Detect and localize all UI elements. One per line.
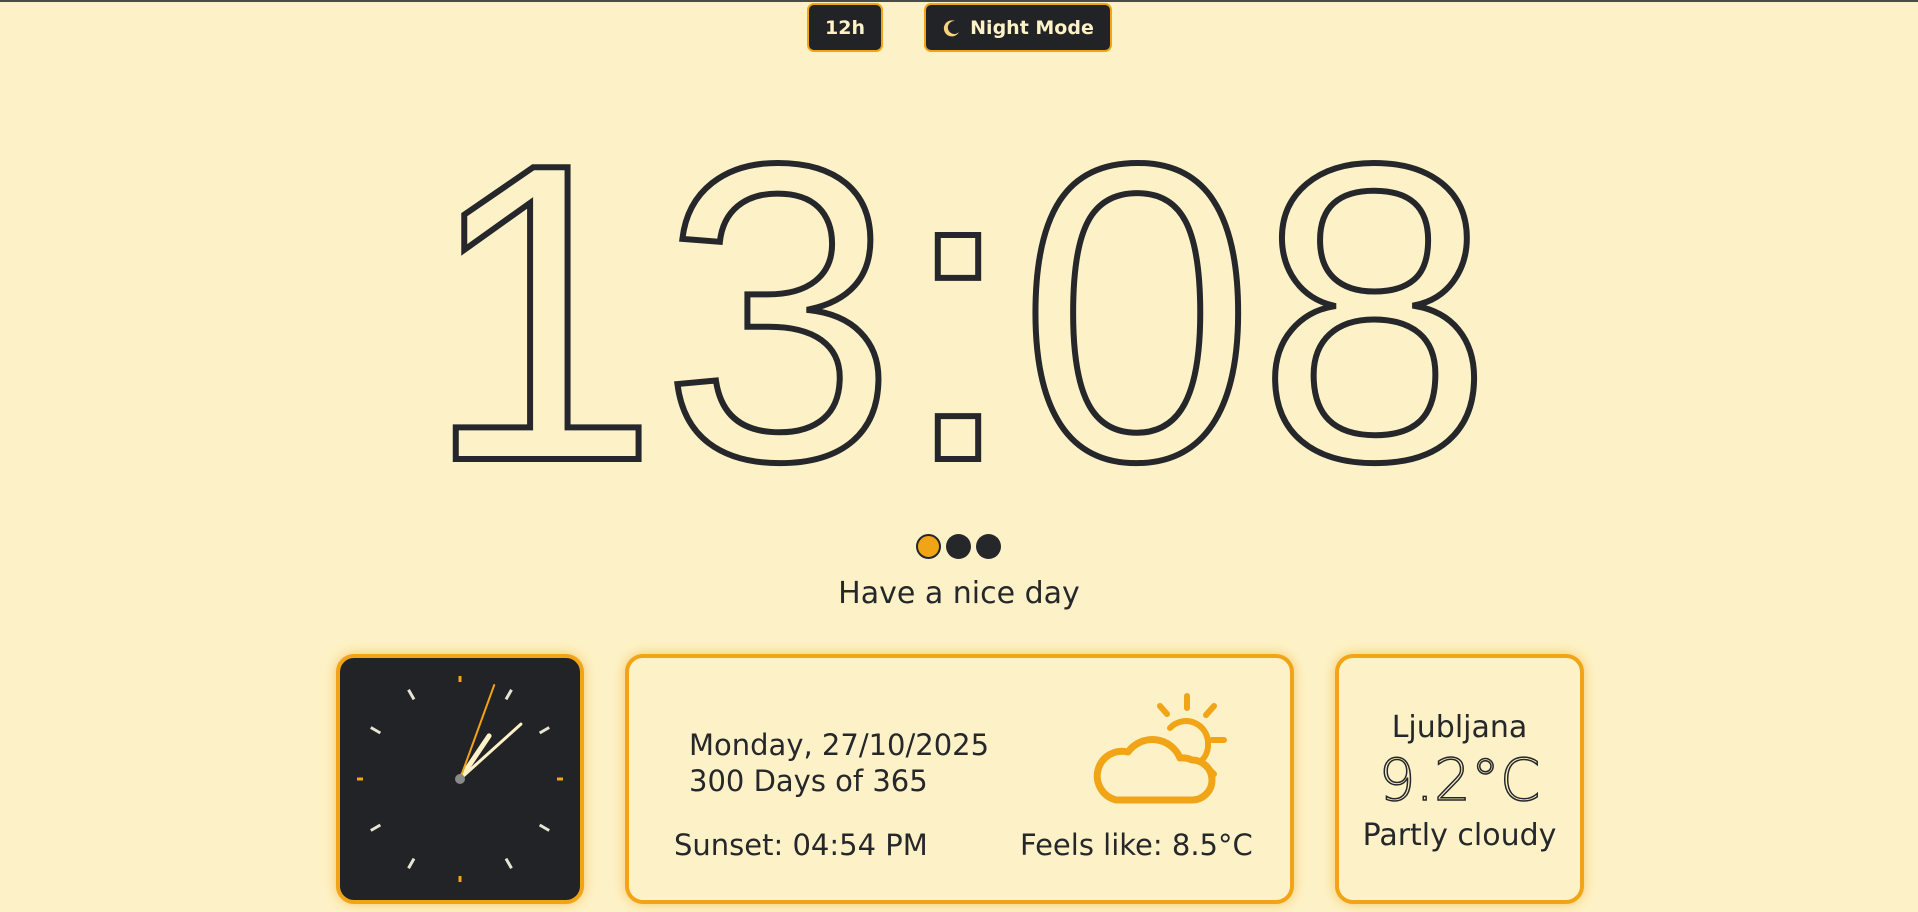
clock-tick bbox=[538, 726, 550, 735]
pager-dot[interactable] bbox=[976, 534, 1001, 559]
view-pager bbox=[916, 534, 1001, 559]
sunset-text: Sunset: 04:54 PM bbox=[674, 828, 928, 862]
day-of-year-text: 300 Days of 365 bbox=[689, 764, 928, 798]
analog-clock bbox=[357, 676, 563, 882]
night-mode-label: Night Mode bbox=[970, 16, 1094, 39]
clock-tick bbox=[504, 857, 513, 869]
clock-tick bbox=[407, 689, 416, 701]
clock-tick bbox=[538, 823, 550, 832]
clock-tick bbox=[407, 857, 416, 869]
time-format-toggle-button[interactable]: 12h bbox=[807, 3, 883, 52]
digital-clock-time: 13:08 bbox=[420, 75, 1495, 549]
analog-clock-card bbox=[336, 654, 584, 904]
clock-tick bbox=[370, 726, 382, 735]
top-border bbox=[0, 0, 1918, 2]
city-name: Ljubljana bbox=[1391, 710, 1528, 745]
clock-tick bbox=[370, 823, 382, 832]
pager-dot[interactable] bbox=[946, 534, 971, 559]
pager-dot[interactable] bbox=[916, 534, 941, 559]
date-text: Monday, 27/10/2025 bbox=[689, 728, 990, 762]
partly-cloudy-icon bbox=[1093, 693, 1227, 804]
clock-center bbox=[455, 774, 465, 784]
night-mode-button[interactable]: Night Mode bbox=[924, 3, 1112, 52]
city-weather-card: Ljubljana 9.2°C Partly cloudy bbox=[1335, 654, 1584, 904]
moon-icon bbox=[944, 19, 960, 36]
date-weather-card: Monday, 27/10/2025 300 Days of 365 Sunse… bbox=[625, 654, 1294, 904]
greeting-text: Have a nice day bbox=[838, 576, 1080, 611]
feels-like-text: Feels like: 8.5°C bbox=[1020, 828, 1253, 862]
weather-condition: Partly cloudy bbox=[1362, 818, 1557, 853]
time-format-label: 12h bbox=[825, 16, 865, 39]
clock-tick bbox=[504, 689, 513, 701]
city-temperature: 9.2°C bbox=[1378, 745, 1541, 815]
